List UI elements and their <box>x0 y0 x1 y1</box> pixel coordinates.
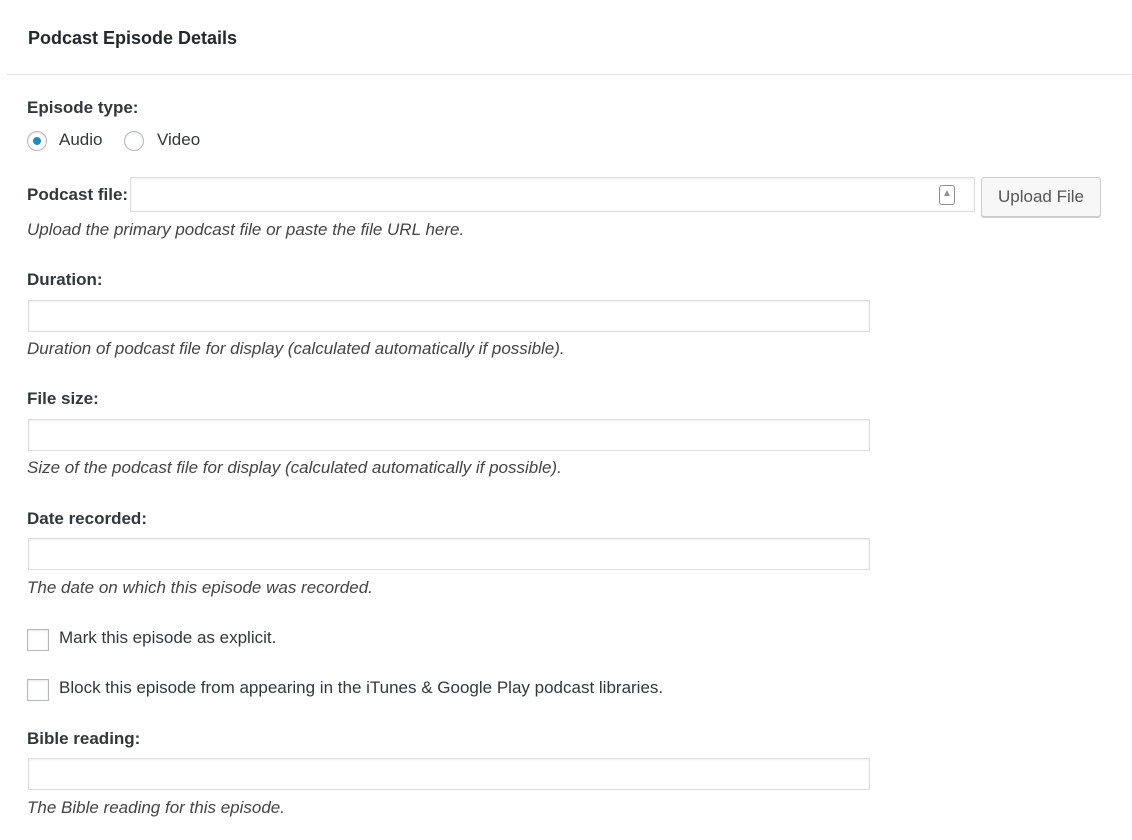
file-icon[interactable]: ▲ <box>939 185 955 205</box>
file-size-description: Size of the podcast file for display (ca… <box>27 458 562 477</box>
radio-video[interactable] <box>124 131 144 151</box>
duration-description: Duration of podcast file for display (ca… <box>27 339 565 358</box>
podcast-file-input[interactable]: ▲ <box>130 177 975 212</box>
date-recorded-input[interactable] <box>28 538 870 570</box>
podcast-file-label: Podcast file: <box>27 185 129 204</box>
podcast-file-description: Upload the primary podcast file or paste… <box>27 220 465 239</box>
radio-audio[interactable] <box>27 131 47 151</box>
upload-file-button[interactable]: Upload File <box>981 177 1101 217</box>
podcast-episode-details-panel: Podcast Episode Details Episode type: Au… <box>0 0 1132 840</box>
radio-video-label[interactable]: Video <box>157 130 200 150</box>
radio-selected-dot <box>33 137 41 145</box>
radio-audio-label[interactable]: Audio <box>59 130 102 150</box>
bible-reading-input[interactable] <box>28 758 870 790</box>
block-checkbox-label[interactable]: Block this episode from appearing in the… <box>59 678 663 698</box>
panel-title: Podcast Episode Details <box>28 28 238 48</box>
bible-reading-description: The Bible reading for this episode. <box>27 798 285 817</box>
block-checkbox[interactable] <box>27 679 49 701</box>
episode-type-label: Episode type: <box>27 98 139 117</box>
date-recorded-label: Date recorded: <box>27 509 147 528</box>
file-size-label: File size: <box>27 389 99 408</box>
title-divider <box>7 74 1132 75</box>
file-size-input[interactable] <box>28 419 870 451</box>
duration-label: Duration: <box>27 270 103 289</box>
bible-reading-label: Bible reading: <box>27 729 141 748</box>
explicit-checkbox-label[interactable]: Mark this episode as explicit. <box>59 628 276 648</box>
duration-input[interactable] <box>28 300 870 332</box>
explicit-checkbox[interactable] <box>27 629 49 651</box>
date-recorded-description: The date on which this episode was recor… <box>27 578 373 597</box>
